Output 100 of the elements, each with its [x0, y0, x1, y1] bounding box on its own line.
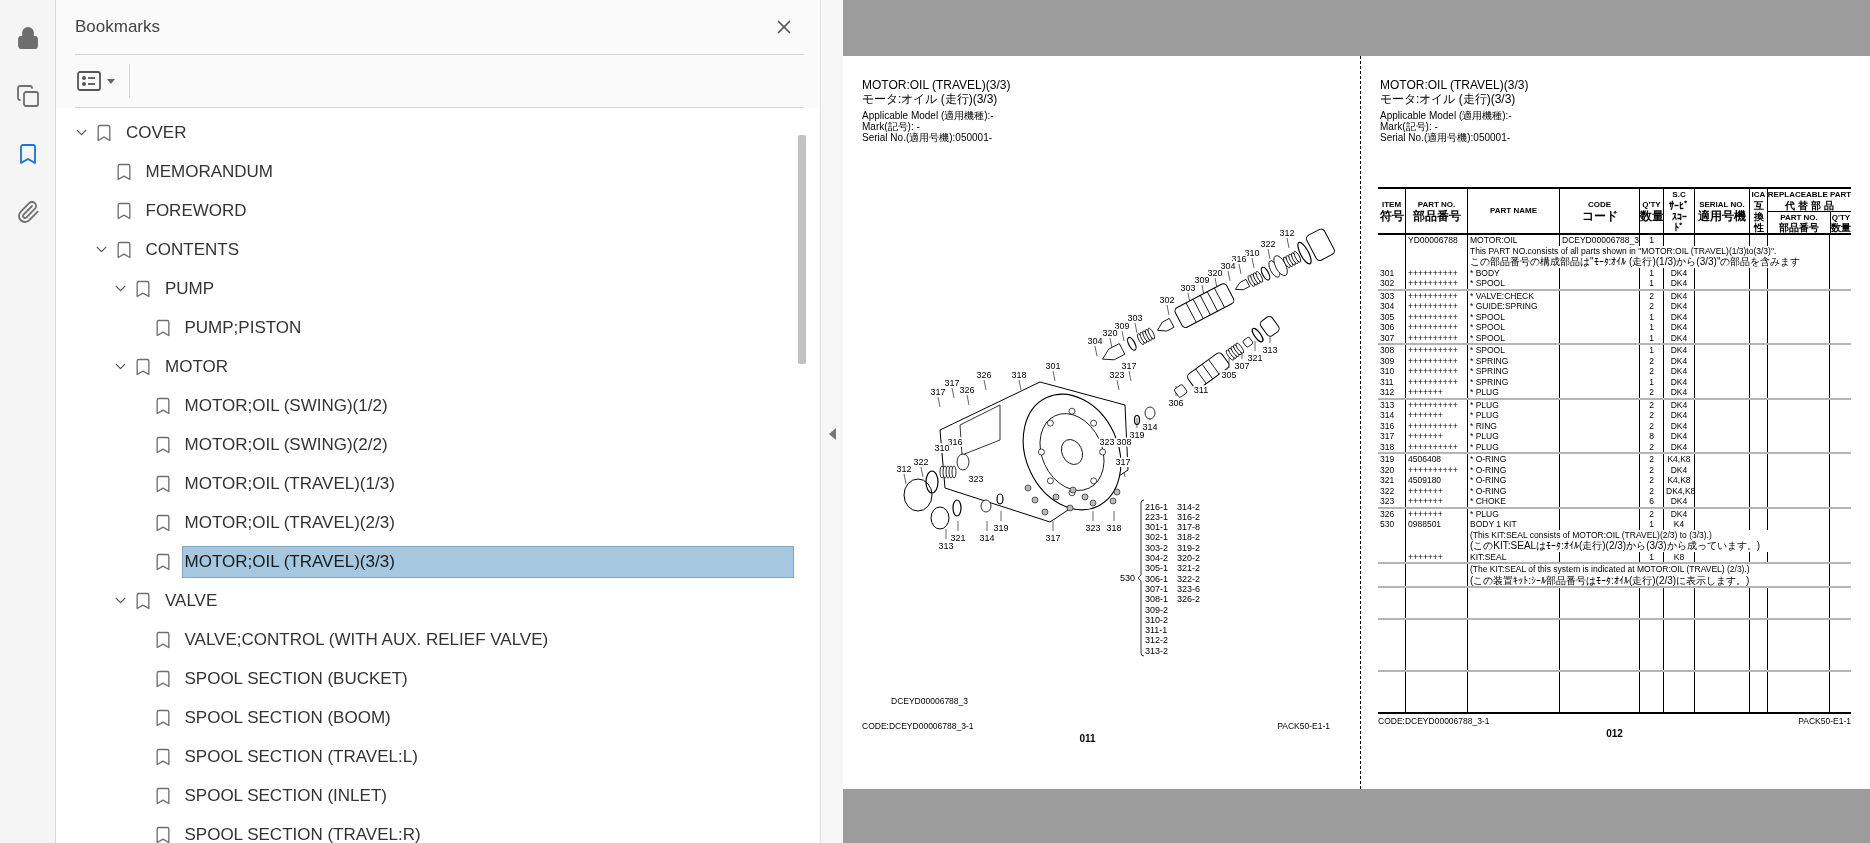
bookmark-item[interactable]: MOTOR;OIL (SWING)(1/2) [181, 389, 794, 422]
table-note: (This KIT:SEAL consists of MOTOR:OIL (TRAVEL)(2/3) to (3/3).) [1470, 529, 1712, 540]
bookmark-item[interactable]: MOTOR;OIL (SWING)(2/2) [181, 428, 794, 461]
quantity: 1 [1639, 551, 1663, 562]
bookmark-item[interactable]: SPOOL SECTION (TRAVEL:L) [181, 740, 794, 773]
bookmark-item[interactable]: MOTOR;OIL (TRAVEL)(2/3) [181, 506, 794, 539]
part-name: * BODY [1467, 267, 1559, 278]
table-note: (The KIT:SEAL of this system is indicated at MOTOR:OIL (TRAVEL) (2/3).) [1470, 564, 1750, 575]
table-note: This PART NO.consists of all parts shown in "MOTOR:OIL (TRAVEL)(1/3)to(3/3)". [1470, 245, 1777, 256]
service-code: DK4 [1663, 410, 1694, 421]
item-number: 311 [1379, 376, 1395, 387]
kit-item: 309-2 [1145, 604, 1169, 615]
item-number: 318 [1379, 441, 1396, 452]
quantity: 2 [1639, 399, 1663, 410]
kit-item: 306-1 [1145, 573, 1169, 584]
part-name: * O-RING [1467, 485, 1559, 496]
column-header: PART NO. 部品番号 [1405, 189, 1467, 233]
quantity: 2 [1639, 441, 1663, 452]
column-header: S.C ｻｰﾋﾞｽｺｰﾄﾞ [1663, 189, 1694, 233]
service-code: DK4 [1663, 431, 1694, 442]
panel-title: Bookmarks [75, 16, 161, 39]
bookmark-item[interactable]: MOTOR;OIL (TRAVEL)(3/3) [181, 545, 794, 578]
part-name: * RING [1467, 420, 1559, 431]
callout-number: 309 [1194, 274, 1210, 285]
kit-item: 303-2 [1145, 542, 1169, 553]
column-header: REPLACEABLE PART 代 替 部 品 [1768, 189, 1851, 211]
collapse-handle[interactable] [828, 428, 836, 440]
footer-pack: PACK50-E1-1 [1277, 721, 1330, 731]
footer-code: CODE:DCEYD00006788_3-1 [862, 721, 974, 731]
kit-item: 316-2 [1177, 511, 1201, 522]
column-header: CODE コード [1559, 189, 1639, 233]
column-header: SERIAL NO. 適用号機 [1694, 189, 1749, 233]
bookmark-item[interactable]: SPOOL SECTION (INLET) [181, 779, 794, 812]
quantity: 2 [1639, 420, 1663, 431]
footer-pack: PACK50-E1-1 [1798, 716, 1851, 726]
item-number: 307 [1379, 332, 1396, 343]
item-number: 305 [1379, 311, 1396, 322]
service-code: DK4 [1663, 355, 1694, 366]
bookmark-item[interactable]: SPOOL SECTION (BOOM) [181, 701, 794, 734]
bookmark-item[interactable]: PUMP;PISTON [181, 311, 794, 344]
service-code: DK4 [1663, 345, 1694, 356]
info-line: Mark(記号): - [1380, 121, 1438, 132]
service-code: DK4 [1663, 508, 1694, 519]
column-header: PART NO. 部品番号 [1778, 212, 1820, 233]
bookmark-item[interactable]: CONTENTS [142, 233, 794, 266]
quantity: 1 [1639, 311, 1663, 322]
callout-number: 321 [950, 532, 966, 543]
info-line: Serial No.(適用号機):050001- [1380, 132, 1511, 143]
table-note: この部品番号の構成部品は"ﾓｰﾀ:ｵｲﾙ (走行)(1/3)から(3/3)"の部品を含みます [1470, 256, 1801, 268]
item-number: 312 [1379, 387, 1396, 398]
part-name: * VALVE:CHECK [1467, 290, 1559, 301]
callout-number: 307 [1234, 360, 1250, 371]
bookmark-item[interactable]: SPOOL SECTION (BUCKET) [181, 662, 794, 695]
item-number: 323 [1379, 496, 1396, 507]
kit-item: 320-2 [1177, 553, 1201, 563]
bookmark-item[interactable]: MOTOR [162, 350, 794, 383]
item-number: 321 [1379, 475, 1396, 486]
part-name: * PLUG [1467, 441, 1559, 452]
kit-item: 321-2 [1177, 563, 1201, 574]
scrollbar[interactable] [798, 135, 806, 364]
lock-icon[interactable] [15, 26, 40, 50]
view-options-button[interactable] [77, 71, 115, 91]
quantity: 2 [1639, 508, 1663, 519]
quantity: 1 [1639, 332, 1663, 343]
quantity: 2 [1639, 290, 1663, 301]
part-number: +++++++ [1405, 496, 1467, 507]
bookmark-item[interactable]: MOTOR;OIL (TRAVEL)(1/3) [181, 467, 794, 500]
callout-number: 323 [1085, 522, 1101, 533]
callout-number: 303 [1180, 282, 1196, 293]
kit-item: 323-6 [1177, 583, 1201, 594]
part-name: * SPOOL [1467, 322, 1559, 333]
part-number: ++++++++++ [1405, 311, 1467, 322]
paperclip-icon[interactable] [15, 200, 40, 224]
kit-item: 308-1 [1145, 594, 1169, 605]
quantity: 1 [1639, 376, 1663, 387]
part-name: * SPRING [1467, 355, 1559, 366]
callout-number: 311 [1193, 384, 1209, 395]
bookmark-item[interactable]: MEMORANDUM [142, 155, 794, 188]
callout-number: 323 [968, 473, 984, 484]
kit-item: 302-1 [1145, 532, 1169, 543]
bookmark-item[interactable]: COVER [123, 116, 794, 149]
bookmark-item[interactable]: PUMP [162, 272, 794, 305]
pages-icon[interactable] [15, 84, 40, 108]
service-code: DK4 [1663, 278, 1694, 289]
bookmark-item[interactable]: VALVE [162, 584, 794, 617]
service-code: DK4 [1663, 496, 1694, 507]
part-number: ++++++++++ [1405, 322, 1467, 333]
service-code: DK4 [1663, 376, 1694, 387]
item-number: 326 [1379, 508, 1396, 519]
service-code: DK4 [1663, 366, 1694, 377]
callout-number: 301 [1045, 360, 1061, 371]
callout-number: 317 [1045, 532, 1061, 543]
part-name: * PLUG [1467, 387, 1559, 398]
part-name: * GUIDE:SPRING [1467, 301, 1559, 312]
part-number: ++++++++++ [1405, 441, 1467, 452]
bookmark-item[interactable]: VALVE;CONTROL (WITH AUX. RELIEF VALVE) [181, 623, 794, 656]
service-code: DK4 [1663, 420, 1694, 431]
bookmark-item[interactable]: FOREWORD [142, 194, 794, 227]
bookmark-item[interactable]: SPOOL SECTION (TRAVEL:R) [181, 818, 794, 843]
part-number: 0988501 [1405, 519, 1467, 530]
